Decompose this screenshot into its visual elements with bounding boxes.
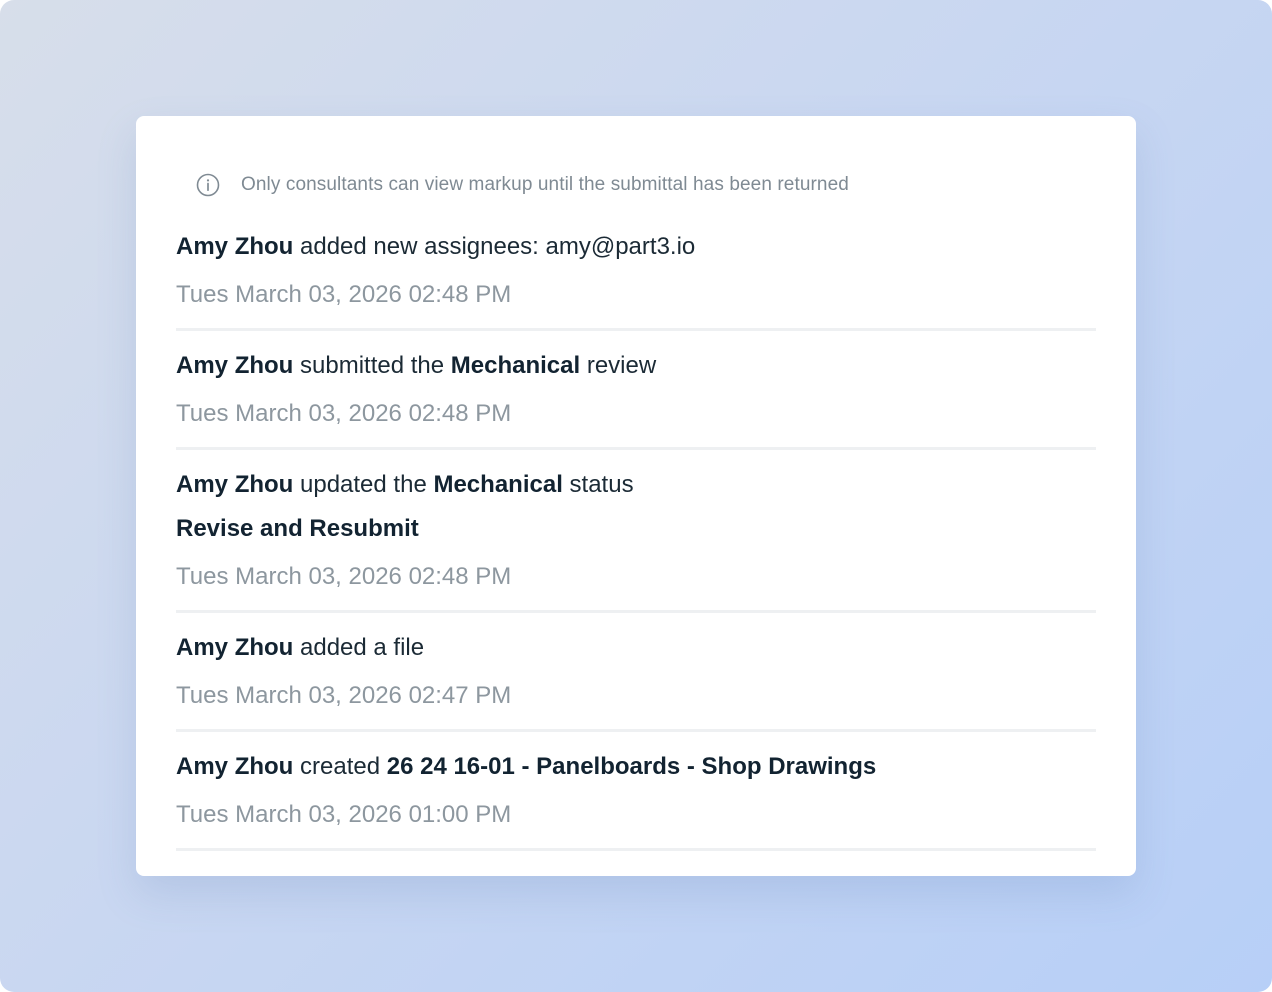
activity-subject: 26 24 16-01 - Panelboards - Shop Drawing… (386, 753, 877, 780)
activity-actor: Amy Zhou (176, 634, 294, 661)
activity-subject: Mechanical (433, 471, 563, 498)
activity-timestamp: Tues March 03, 2026 02:48 PM (176, 563, 512, 590)
activity-card: Only consultants can view markup until t… (136, 116, 1136, 876)
activity-item: Amy Zhou updated the Mechanical status R… (176, 450, 1096, 613)
markup-visibility-notice: Only consultants can view markup until t… (196, 172, 849, 198)
activity-item: Amy Zhou submitted the Mechanical review… (176, 331, 1096, 450)
info-icon (196, 173, 220, 197)
activity-action-suffix: review (586, 352, 657, 379)
activity-action: added new assignees: amy@part3.io (300, 233, 696, 260)
activity-description: Amy Zhou added a file (176, 631, 1096, 665)
activity-actor: Amy Zhou (176, 753, 294, 780)
activity-action: updated the (300, 471, 427, 498)
activity-action: created (300, 753, 381, 780)
activity-subject: Mechanical (450, 352, 581, 379)
activity-actor: Amy Zhou (176, 471, 294, 498)
activity-action: added a file (300, 634, 425, 661)
activity-item: Amy Zhou added a file Tues March 03, 202… (176, 613, 1096, 732)
activity-status-value: Revise and Resubmit (176, 515, 419, 542)
notice-text: Only consultants can view markup until t… (241, 174, 849, 195)
activity-timestamp: Tues March 03, 2026 02:47 PM (176, 682, 512, 709)
activity-action-suffix: status (569, 471, 634, 498)
activity-timestamp: Tues March 03, 2026 01:00 PM (176, 801, 512, 828)
activity-description: Amy Zhou created 26 24 16-01 - Panelboar… (176, 750, 1096, 784)
activity-actor: Amy Zhou (176, 352, 294, 379)
activity-item: Amy Zhou created 26 24 16-01 - Panelboar… (176, 732, 1096, 851)
activity-timestamp: Tues March 03, 2026 02:48 PM (176, 281, 512, 308)
activity-item: Amy Zhou added new assignees: amy@part3.… (176, 212, 1096, 331)
activity-description: Amy Zhou submitted the Mechanical review (176, 349, 1096, 383)
activity-description: Amy Zhou updated the Mechanical status (176, 468, 1096, 502)
page-background: Only consultants can view markup until t… (0, 0, 1272, 992)
activity-timestamp: Tues March 03, 2026 02:48 PM (176, 400, 512, 427)
activity-description: Amy Zhou added new assignees: amy@part3.… (176, 230, 1096, 264)
activity-actor: Amy Zhou (176, 233, 294, 260)
activity-action: submitted the (300, 352, 445, 379)
activity-feed: Amy Zhou added new assignees: amy@part3.… (176, 212, 1096, 851)
